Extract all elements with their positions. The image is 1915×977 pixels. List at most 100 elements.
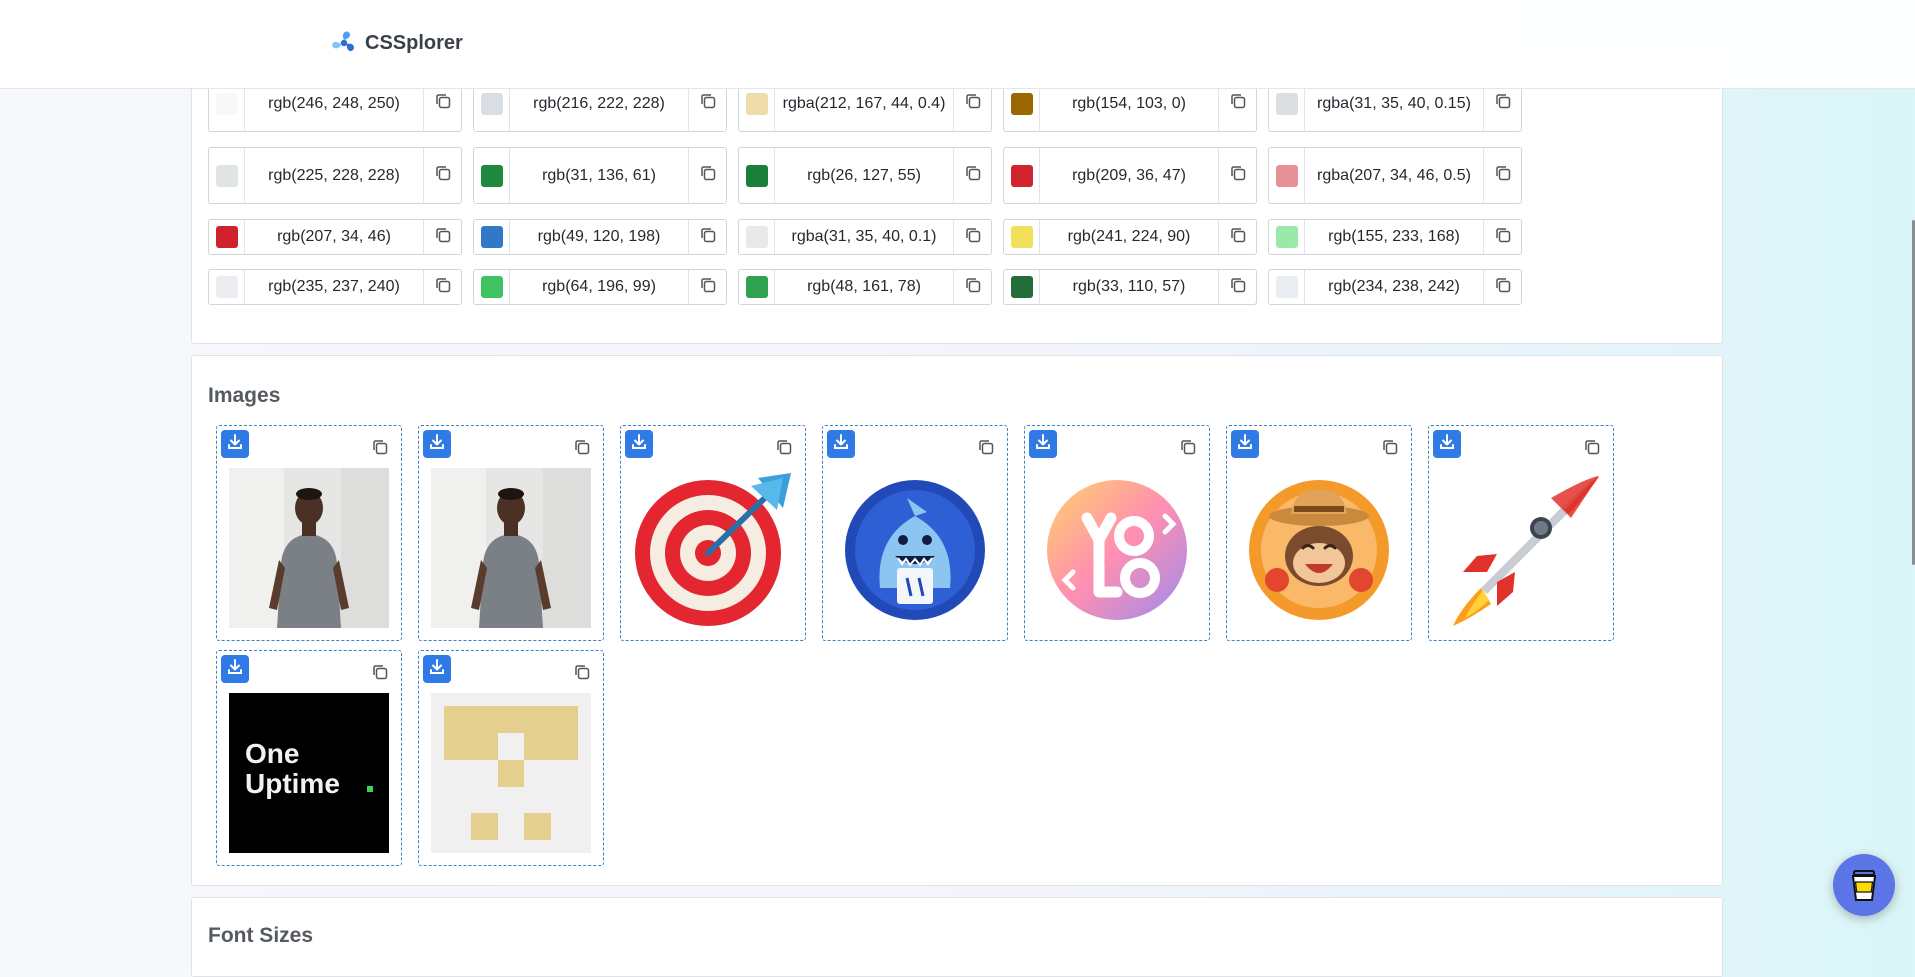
copy-color-button[interactable] [423,220,461,254]
color-row: rgb(207, 34, 46) rgb(49, 120, 198) rgba(31… [208,219,1522,255]
copy-color-button[interactable] [1218,270,1256,304]
image-thumbnail-cowboy-monkey [1239,468,1399,628]
color-swatch [1010,276,1033,298]
color-value: rgb(216, 222, 228) [533,94,665,112]
font-sizes-section: Font Sizes [191,897,1723,977]
color-swatch [215,276,238,298]
image-thumbnail-shark-logo [835,468,995,628]
color-swatch [215,92,238,115]
download-image-button[interactable] [423,655,451,683]
color-swatch [745,276,768,298]
copy-color-button[interactable] [953,270,991,304]
copy-icon [434,92,452,115]
copy-color-button[interactable] [1218,148,1256,203]
copy-image-button[interactable] [1581,438,1603,460]
color-swatch [1275,92,1298,115]
copy-icon [434,226,452,249]
copy-image-button[interactable] [1379,438,1401,460]
copy-icon [434,164,452,187]
copy-icon [977,438,995,461]
copy-image-button[interactable] [369,663,391,685]
color-value: rgb(49, 120, 198) [537,228,661,245]
image-thumbnail-identicon [431,693,591,853]
images-section: Images One Uptime [191,355,1723,886]
copy-color-button[interactable] [1218,220,1256,254]
color-swatch [1010,92,1033,115]
copy-color-button[interactable] [1483,148,1521,203]
svg-text:Uptime: Uptime [245,768,340,799]
copy-color-button[interactable] [423,270,461,304]
image-card [822,425,1008,641]
download-image-button[interactable] [827,430,855,458]
copy-color-button[interactable] [953,148,991,203]
brand[interactable]: CSSplorer [329,28,463,58]
color-value: rgb(241, 224, 90) [1067,228,1191,245]
copy-icon [964,164,982,187]
copy-image-button[interactable] [369,438,391,460]
download-image-button[interactable] [1231,430,1259,458]
download-icon [630,433,648,456]
image-card: One Uptime [216,650,402,866]
image-card [216,425,402,641]
color-value: rgb(155, 233, 168) [1328,228,1460,245]
download-image-button[interactable] [221,430,249,458]
color-value: rgba(207, 34, 46, 0.5) [1317,166,1471,184]
download-icon [1438,433,1456,456]
svg-text:One: One [245,738,299,769]
swatch-cell [1004,270,1040,304]
color-chip: rgb(155, 233, 168) [1268,219,1522,255]
copy-image-button[interactable] [1177,438,1199,460]
buy-me-coffee-button[interactable] [1833,854,1895,916]
section-title: Font Sizes [208,924,314,947]
copy-color-button[interactable] [688,270,726,304]
image-card [1428,425,1614,641]
copy-image-button[interactable] [571,663,593,685]
color-value: rgb(209, 36, 47) [1072,166,1186,184]
copy-icon [1494,276,1512,299]
download-image-button[interactable] [221,655,249,683]
color-chip: rgb(26, 127, 55) [738,147,992,204]
swatch-cell [1004,148,1040,203]
color-swatch [480,92,503,115]
color-row: rgb(225, 228, 228) rgb(31, 136, 61) rgb(26… [208,147,1522,204]
copy-color-button[interactable] [423,148,461,203]
copy-image-button[interactable] [571,438,593,460]
color-swatch [215,164,238,187]
color-value: rgb(154, 103, 0) [1072,94,1186,112]
download-image-button[interactable] [1029,430,1057,458]
swatch-cell [209,220,245,254]
color-chip: rgb(225, 228, 228) [208,147,462,204]
image-thumbnail-rocket-emoji [1441,468,1601,628]
swatch-cell [1269,270,1305,304]
copy-color-button[interactable] [688,220,726,254]
color-chip: rgb(235, 237, 240) [208,269,462,305]
swatch-cell [739,148,775,203]
image-thumbnail-oneuptime-logo: One Uptime [229,693,389,853]
swatch-cell [474,220,510,254]
image-card [418,650,604,866]
color-value: rgb(225, 228, 228) [268,166,400,184]
copy-image-button[interactable] [975,438,997,460]
copy-color-button[interactable] [953,220,991,254]
color-swatch [1010,226,1033,248]
color-value: rgb(207, 34, 46) [277,228,391,245]
brand-name: CSSplorer [365,31,463,54]
copy-icon [1583,438,1601,461]
copy-color-button[interactable] [1483,220,1521,254]
swatch-cell [209,270,245,304]
copy-image-button[interactable] [773,438,795,460]
copy-icon [1229,164,1247,187]
copy-color-button[interactable] [688,148,726,203]
color-value: rgb(33, 110, 57) [1072,278,1186,295]
download-icon [226,658,244,681]
image-card [1226,425,1412,641]
download-icon [428,658,446,681]
swatch-cell [209,148,245,203]
download-image-button[interactable] [423,430,451,458]
download-image-button[interactable] [625,430,653,458]
copy-color-button[interactable] [1483,270,1521,304]
color-swatch [480,276,503,298]
image-thumbnail-photo-person [431,468,591,628]
download-image-button[interactable] [1433,430,1461,458]
download-icon [1034,433,1052,456]
